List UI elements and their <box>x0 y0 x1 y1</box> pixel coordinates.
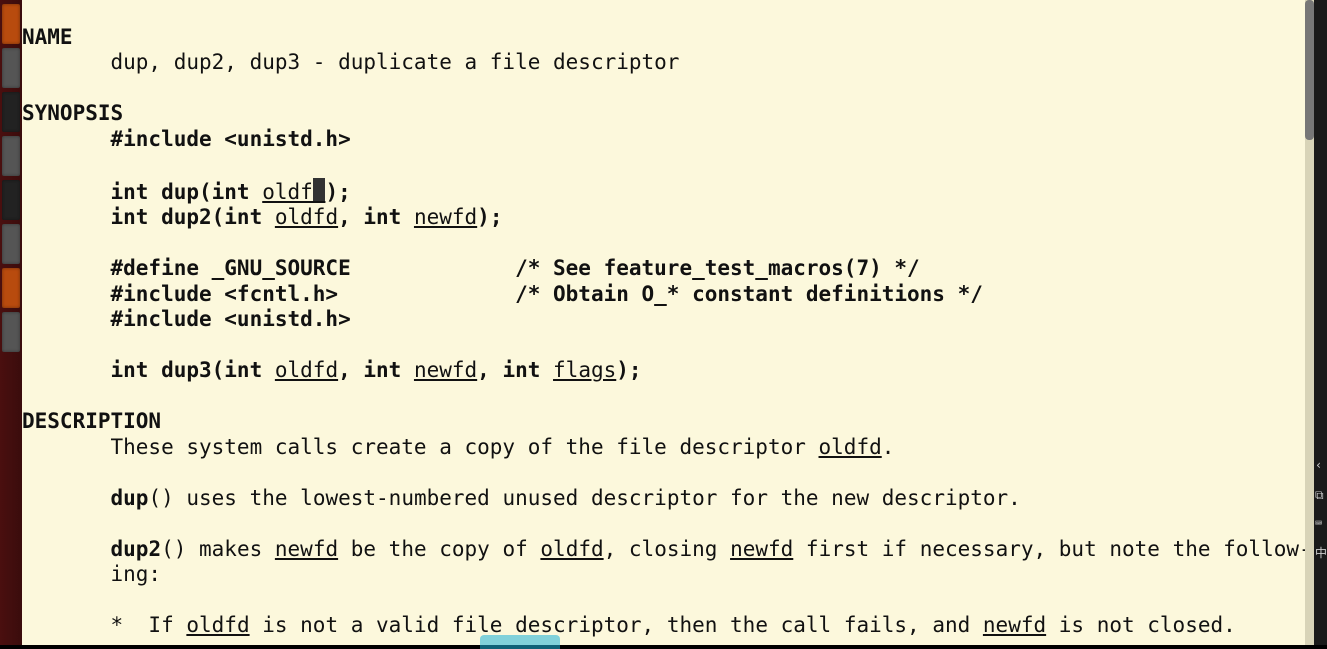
launcher-item[interactable] <box>2 180 20 220</box>
indicator-icon[interactable]: ‹ <box>1315 458 1322 472</box>
arg-newfd: newfd <box>414 358 477 382</box>
ime-indicator[interactable]: 中 <box>1315 544 1327 561</box>
sig-dup3-pre: int dup3(int <box>22 358 275 382</box>
indicator-icon[interactable]: ⌨ <box>1315 516 1322 530</box>
section-name: NAME <box>22 25 1305 51</box>
fn-dup2: dup2 <box>111 537 162 561</box>
desc-line: ing: <box>22 562 161 586</box>
right-panel: ‹ ⧉ ⌨ 中 <box>1314 0 1327 645</box>
launcher-item[interactable] <box>2 48 20 88</box>
name-line: dup, dup2, dup3 - duplicate a file descr… <box>22 50 679 74</box>
arg-oldfd: oldfd <box>186 613 249 637</box>
desc-line: These system calls create a copy of the … <box>22 435 819 459</box>
launcher-item[interactable] <box>2 224 20 264</box>
arg-newfd: newfd <box>275 537 338 561</box>
sig-dup2-pre: int dup2(int <box>22 205 275 229</box>
include-line: #include <unistd.h> <box>22 307 351 331</box>
scrollbar-vertical[interactable] <box>1305 0 1314 645</box>
arg-oldfd: oldfd <box>819 435 882 459</box>
sig-dup-post: ); <box>325 180 350 204</box>
manpage-text: NAME dup, dup2, dup3 - duplicate a file … <box>22 25 1305 646</box>
arg-flags: flags <box>553 358 616 382</box>
launcher-dock[interactable] <box>0 0 22 645</box>
fn-dup: dup <box>111 486 149 510</box>
arg-oldfd: oldfd <box>275 205 338 229</box>
desc-line: () uses the lowest-numbered unused descr… <box>148 486 1020 510</box>
include-line: #include <unistd.h> <box>22 127 351 151</box>
sig-dup2-post: ); <box>477 205 502 229</box>
bullet-line: * If <box>22 613 186 637</box>
section-description: DESCRIPTION <box>22 409 1305 435</box>
launcher-item[interactable] <box>2 136 20 176</box>
include-line: #include <fcntl.h> /* Obtain O_* constan… <box>22 282 983 306</box>
launcher-item[interactable] <box>2 4 20 44</box>
launcher-item[interactable] <box>2 312 20 352</box>
arg-newfd: newfd <box>730 537 793 561</box>
launcher-item[interactable] <box>2 92 20 132</box>
sig-dup3-post: ); <box>616 358 641 382</box>
define-line: #define _GNU_SOURCE /* See feature_test_… <box>22 256 920 280</box>
sig-dup-pre: int dup(int <box>22 180 262 204</box>
terminal-manpage[interactable]: NAME dup, dup2, dup3 - duplicate a file … <box>22 0 1305 645</box>
text-cursor <box>313 178 326 201</box>
scrollbar-thumb[interactable] <box>1305 0 1314 140</box>
arg-oldfd: oldfd <box>275 358 338 382</box>
section-synopsis: SYNOPSIS <box>22 101 1305 127</box>
arg-oldfd: oldfd <box>540 537 603 561</box>
arg-newfd: newfd <box>983 613 1046 637</box>
indicator-icon[interactable]: ⧉ <box>1315 488 1324 503</box>
launcher-item[interactable] <box>2 268 20 308</box>
arg-newfd: newfd <box>414 205 477 229</box>
taskbar-app-hint[interactable] <box>480 635 560 649</box>
sig-dup2-mid: , int <box>338 205 414 229</box>
